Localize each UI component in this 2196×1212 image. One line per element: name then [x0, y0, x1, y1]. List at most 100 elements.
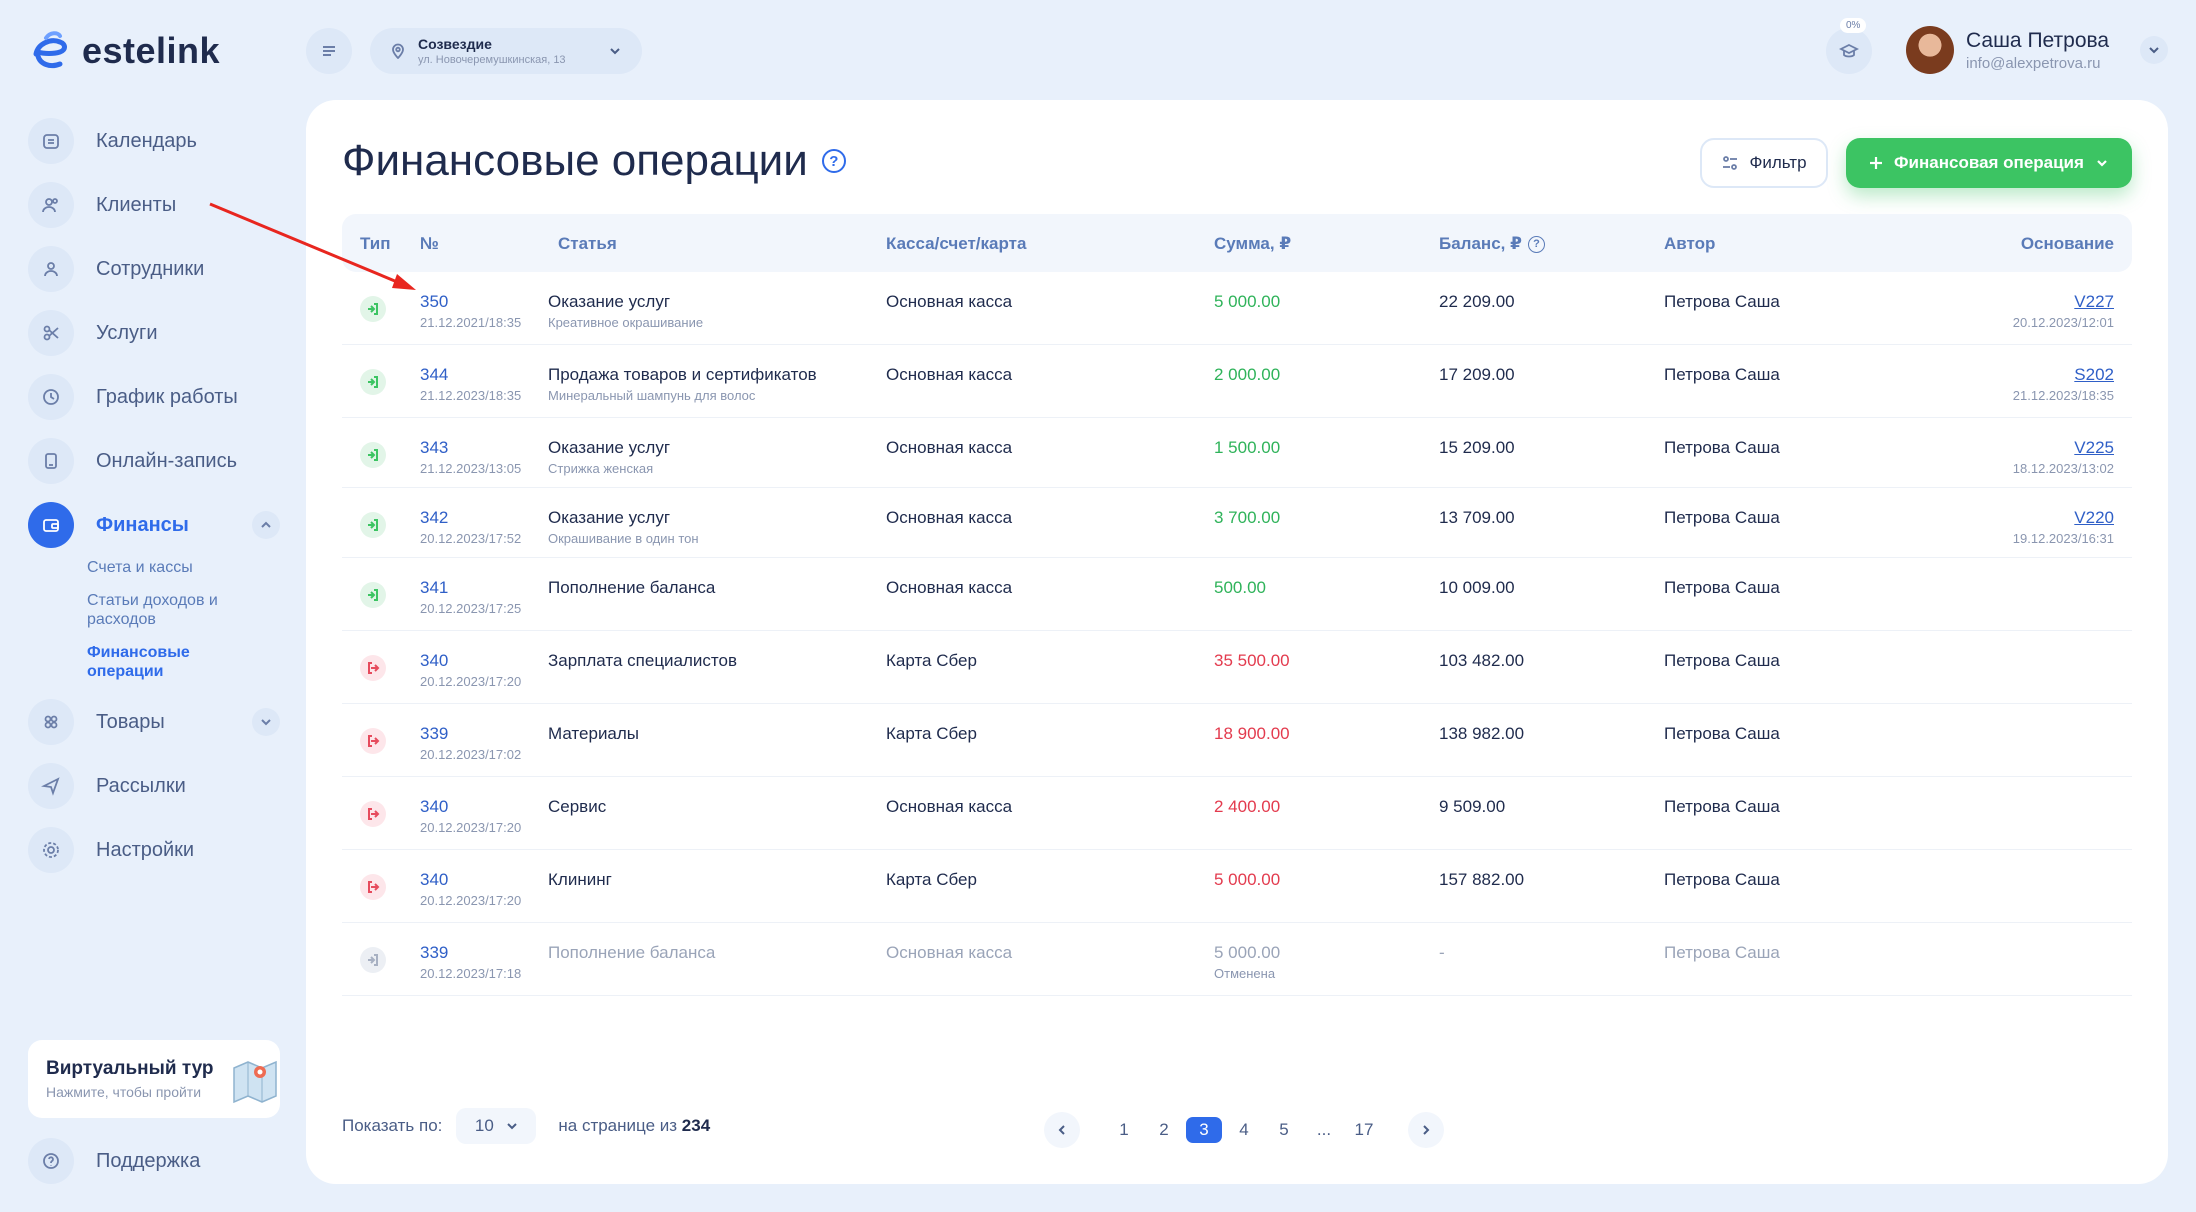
article-title: Сервис: [548, 797, 607, 816]
page-1[interactable]: 1: [1106, 1117, 1142, 1143]
help-icon[interactable]: ?: [1527, 235, 1545, 253]
table-row[interactable]: 341 20.12.2023/17:25 Пополнение баланса Осн…: [342, 558, 2132, 631]
operation-number[interactable]: 339 20.12.2023/17:02: [420, 724, 521, 762]
sidebar-item-schedule[interactable]: График работы: [28, 374, 280, 420]
sidebar-item-label: Онлайн-запись: [96, 449, 237, 472]
sidebar-item-label: Сотрудники: [96, 257, 205, 280]
operation-number[interactable]: 350 21.12.2021/18:35: [420, 292, 521, 330]
sidebar-item-mailings[interactable]: Рассылки: [28, 763, 280, 809]
pagination: 1 2 3 4 5... 17: [1044, 1112, 1444, 1148]
operation-article: Зарплата специалистов: [548, 651, 737, 671]
basis-link[interactable]: V220: [2074, 508, 2114, 527]
operation-number[interactable]: 340 20.12.2023/17:20: [420, 651, 521, 689]
help-icon[interactable]: ?: [821, 149, 846, 173]
operation-number[interactable]: 340 20.12.2023/17:20: [420, 870, 521, 908]
sidebar-item-label: Рассылки: [96, 774, 186, 797]
subnav-item-accounts[interactable]: Счета и кассы: [87, 558, 280, 577]
sidebar-item-staff[interactable]: Сотрудники: [28, 246, 280, 292]
amount-value: 5 000.00: [1214, 943, 1281, 962]
operation-number[interactable]: 341 20.12.2023/17:25: [420, 578, 521, 616]
operation-number[interactable]: 342 20.12.2023/17:52: [420, 508, 521, 546]
header-account[interactable]: Касса/счет/карта: [886, 234, 1026, 254]
table-row[interactable]: 350 21.12.2021/18:35 Оказание услуг Креатив…: [342, 272, 2132, 345]
header-balance[interactable]: Баланс, ₽?: [1439, 234, 1545, 254]
page-size-select[interactable]: 10: [456, 1108, 537, 1144]
operation-balance: 9 509.00: [1439, 797, 1506, 816]
operation-number-value: 339: [420, 724, 449, 743]
header-article[interactable]: Статья: [558, 234, 617, 254]
operation-article: Продажа товаров и сертификатов Минеральны…: [548, 365, 817, 403]
table-row[interactable]: 343 21.12.2023/13:05 Оказание услуг Стрижка…: [342, 418, 2132, 488]
add-operation-button[interactable]: Финансовая операция: [1846, 138, 2132, 188]
sidebar-item-finance[interactable]: Финансы: [28, 502, 280, 548]
sidebar-item-label: Календарь: [96, 129, 197, 152]
table-row[interactable]: 340 20.12.2023/17:20 Зарплата специалистов…: [342, 631, 2132, 704]
operation-number[interactable]: 339 20.12.2023/17:18: [420, 943, 521, 981]
sidebar-item-clients[interactable]: Клиенты: [28, 182, 280, 228]
table-row[interactable]: 344 21.12.2023/18:35 Продажа товаров и сер…: [342, 345, 2132, 418]
page-3[interactable]: 3: [1186, 1117, 1222, 1143]
prev-page-button[interactable]: [1044, 1112, 1080, 1148]
operation-balance: 13 709.00: [1439, 508, 1515, 527]
operation-balance: -: [1439, 943, 1445, 962]
branch-selector[interactable]: Созвездие ул. Новочеремушкинская, 13: [370, 28, 642, 74]
subnav-item-operations[interactable]: Финансовые операции: [87, 643, 227, 681]
page-2[interactable]: 2: [1146, 1117, 1182, 1143]
brand-logo[interactable]: estelink: [28, 28, 220, 74]
subnav-item-articles[interactable]: Статьи доходов и расходов: [87, 591, 257, 629]
page-5[interactable]: 5: [1266, 1117, 1302, 1143]
chevron-right-icon: [1423, 1125, 1430, 1135]
scissors-icon: [28, 310, 74, 356]
operation-number[interactable]: 343 21.12.2023/13:05: [420, 438, 521, 476]
support-link[interactable]: Поддержка: [28, 1138, 200, 1184]
operation-balance: 10 009.00: [1439, 578, 1515, 597]
operation-amount: 3 700.00: [1214, 508, 1280, 528]
page-17[interactable]: 17: [1346, 1117, 1382, 1143]
virtual-tour-card[interactable]: Виртуальный тур Нажмите, чтобы пройти: [28, 1040, 280, 1118]
operation-date: 20.12.2023/17:20: [420, 893, 522, 908]
header-basis[interactable]: Основание: [2021, 234, 2114, 254]
header-amount[interactable]: Сумма, ₽: [1214, 234, 1291, 254]
menu-toggle-button[interactable]: [306, 28, 352, 74]
operation-number[interactable]: 340 20.12.2023/17:20: [420, 797, 521, 835]
sidebar-item-calendar[interactable]: Календарь: [28, 118, 280, 164]
basis-link[interactable]: V227: [2074, 292, 2114, 311]
map-icon: [230, 1054, 280, 1104]
sidebar-item-online-booking[interactable]: Онлайн-запись: [28, 438, 280, 484]
table-row[interactable]: 339 20.12.2023/17:18 Пополнение баланса Осн…: [342, 923, 2132, 996]
operation-date: 20.12.2023/17:52: [420, 531, 522, 546]
operation-author: Петрова Саша: [1664, 508, 1780, 527]
onboarding-progress-button[interactable]: [1826, 28, 1872, 74]
header-number[interactable]: №: [420, 234, 439, 254]
user-menu-chevron[interactable]: [2140, 36, 2168, 64]
sidebar-item-settings[interactable]: Настройки: [28, 827, 280, 873]
article-title: Оказание услуг: [548, 292, 671, 311]
operation-number[interactable]: 344 21.12.2023/18:35: [420, 365, 521, 403]
table-row[interactable]: 339 20.12.2023/17:02 Материалы Карта Сбер 18…: [342, 704, 2132, 777]
header-type[interactable]: Тип: [360, 234, 390, 254]
filter-button[interactable]: Фильтр: [1700, 138, 1828, 188]
chevron-down-icon: [2097, 160, 2107, 167]
header-author[interactable]: Автор: [1664, 234, 1715, 254]
user-profile[interactable]: Саша Петрова info@alexpetrova.ru: [1906, 26, 2109, 74]
basis-date: 21.12.2023/18:35: [2012, 388, 2114, 403]
sidebar-item-goods[interactable]: Товары: [28, 699, 280, 745]
next-page-button[interactable]: [1408, 1112, 1444, 1148]
filter-label: Фильтр: [1749, 153, 1807, 172]
table-row[interactable]: 342 20.12.2023/17:52 Оказание услуг Окрашив…: [342, 488, 2132, 558]
operation-number-value: 344: [420, 365, 449, 384]
basis-link[interactable]: S202: [2074, 365, 2114, 384]
basis-link[interactable]: V225: [2074, 438, 2114, 457]
amount-value: 500.00: [1214, 578, 1266, 597]
operation-balance: 22 209.00: [1439, 292, 1515, 311]
sidebar-item-services[interactable]: Услуги: [28, 310, 280, 356]
table-row[interactable]: 340 20.12.2023/17:20 Клининг Карта Сбер 5 00…: [342, 850, 2132, 923]
chevron-down-icon[interactable]: [252, 708, 280, 736]
page-4[interactable]: 4: [1226, 1117, 1262, 1143]
operation-author: Петрова Саша: [1664, 724, 1780, 743]
operation-date: 20.12.2023/17:18: [420, 966, 522, 981]
operation-balance: 138 982.00: [1439, 724, 1525, 743]
chevron-up-icon[interactable]: [252, 511, 280, 539]
table-row[interactable]: 340 20.12.2023/17:20 Сервис Основная касса 2…: [342, 777, 2132, 850]
operation-number-value: 339: [420, 943, 449, 962]
